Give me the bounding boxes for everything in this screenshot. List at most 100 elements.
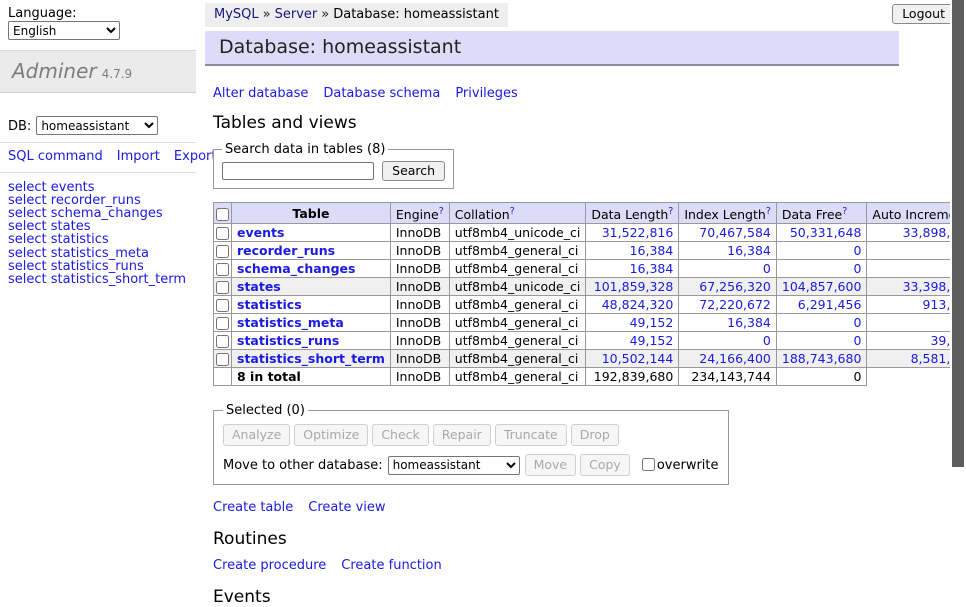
sidebar-action-export[interactable]: Export xyxy=(174,149,217,164)
check-button[interactable]: Check xyxy=(372,424,428,446)
row-checkbox[interactable] xyxy=(216,281,229,294)
table-name-link[interactable]: events xyxy=(237,225,284,240)
truncate-button[interactable]: Truncate xyxy=(495,424,567,446)
help-icon[interactable]: ? xyxy=(510,206,515,217)
optimize-button[interactable]: Optimize xyxy=(294,424,368,446)
cell-data_length[interactable]: 16,384 xyxy=(586,242,679,260)
cell-collation: utf8mb4_unicode_ci xyxy=(449,224,586,242)
link-create-procedure[interactable]: Create procedure xyxy=(213,558,326,573)
cell-data_free[interactable]: 0 xyxy=(776,332,867,350)
cell-index_length[interactable]: 72,220,672 xyxy=(679,296,777,314)
help-icon[interactable]: ? xyxy=(668,206,673,217)
overwrite-checkbox[interactable] xyxy=(642,458,655,471)
select-all-checkbox[interactable] xyxy=(216,208,229,221)
row-checkbox[interactable] xyxy=(216,335,229,348)
move-button[interactable]: Move xyxy=(525,454,577,476)
cell-data_length[interactable]: 48,824,320 xyxy=(586,296,679,314)
cell-engine: InnoDB xyxy=(390,314,449,332)
drop-button[interactable]: Drop xyxy=(571,424,619,446)
logout-button[interactable]: Logout xyxy=(892,4,955,24)
cell-data_length[interactable]: 16,384 xyxy=(586,260,679,278)
cell-data_length[interactable]: 31,522,816 xyxy=(586,224,679,242)
selected-fieldset: Selected (0) AnalyzeOptimizeCheckRepairT… xyxy=(213,403,729,485)
cell-data_length[interactable]: 49,152 xyxy=(586,314,679,332)
link-privileges[interactable]: Privileges xyxy=(455,86,518,101)
move-row: Move to other database:homeassistantMove… xyxy=(223,454,719,476)
cell-data_free[interactable]: 0 xyxy=(776,260,867,278)
help-icon[interactable]: ? xyxy=(842,206,847,217)
cell-data_free[interactable]: 188,743,680 xyxy=(776,350,867,368)
copy-button[interactable]: Copy xyxy=(580,454,630,476)
cell-collation: utf8mb4_general_ci xyxy=(449,260,586,278)
row-checkbox[interactable] xyxy=(216,299,229,312)
cell-data_free[interactable]: 6,291,456 xyxy=(776,296,867,314)
cell-engine: InnoDB xyxy=(390,260,449,278)
row-checkbox[interactable] xyxy=(216,245,229,258)
language-select[interactable]: English xyxy=(8,21,120,40)
cell-index_length[interactable]: 16,384 xyxy=(679,314,777,332)
search-input[interactable] xyxy=(222,162,374,180)
link-create-function[interactable]: Create function xyxy=(341,558,441,573)
cell-data_free[interactable]: 0 xyxy=(776,242,867,260)
col-header-data-length: Data Length? xyxy=(586,203,679,224)
help-icon[interactable]: ? xyxy=(439,206,444,217)
col-header-engine: Engine? xyxy=(390,203,449,224)
link-database-schema[interactable]: Database schema xyxy=(323,86,440,101)
row-check-cell xyxy=(214,260,232,278)
sidebar-link-select-statistics-short-term[interactable]: select statistics_short_term xyxy=(8,273,188,286)
table-name-link[interactable]: statistics xyxy=(237,297,302,312)
row-check-cell xyxy=(214,314,232,332)
link-create-view[interactable]: Create view xyxy=(308,500,385,515)
scrollbar-track[interactable] xyxy=(950,0,966,543)
table-row: statesInnoDButf8mb4_unicode_ci101,859,32… xyxy=(214,278,966,296)
row-checkbox[interactable] xyxy=(216,353,229,366)
cell-index_length[interactable]: 70,467,584 xyxy=(679,224,777,242)
logo-text: Adminer xyxy=(12,59,97,83)
scrollbar-thumb[interactable] xyxy=(952,0,964,467)
col-header-label: Index Length xyxy=(684,207,766,222)
cell-engine: InnoDB xyxy=(390,296,449,314)
search-button[interactable]: Search xyxy=(382,161,445,181)
sidebar-link-select-statistics-meta[interactable]: select statistics_meta xyxy=(8,247,188,260)
cell-index_length[interactable]: 24,166,400 xyxy=(679,350,777,368)
sidebar-link-select-recorder-runs[interactable]: select recorder_runs xyxy=(8,194,188,207)
table-name-link[interactable]: schema_changes xyxy=(237,261,355,276)
cell-index_length[interactable]: 16,384 xyxy=(679,242,777,260)
cell-data_length[interactable]: 101,859,328 xyxy=(586,278,679,296)
cell-index_length[interactable]: 67,256,320 xyxy=(679,278,777,296)
cell-table-name: statistics xyxy=(232,296,391,314)
table-name-link[interactable]: statistics_meta xyxy=(237,315,344,330)
row-checkbox[interactable] xyxy=(216,317,229,330)
table-name-link[interactable]: recorder_runs xyxy=(237,243,335,258)
cell-data_free[interactable]: 50,331,648 xyxy=(776,224,867,242)
cell-data_free[interactable]: 0 xyxy=(776,314,867,332)
sidebar-action-import[interactable]: Import xyxy=(117,149,160,164)
cell-data_length[interactable]: 10,502,144 xyxy=(586,350,679,368)
sidebar-link-select-statistics[interactable]: select statistics xyxy=(8,233,188,246)
cell-index_length[interactable]: 0 xyxy=(679,332,777,350)
cell-collation: utf8mb4_unicode_ci xyxy=(449,278,586,296)
analyze-button[interactable]: Analyze xyxy=(223,424,290,446)
sidebar-link-select-statistics-runs[interactable]: select statistics_runs xyxy=(8,260,188,273)
db-select[interactable]: homeassistant xyxy=(36,116,158,135)
row-checkbox[interactable] xyxy=(216,227,229,240)
row-check-cell xyxy=(214,278,232,296)
help-icon[interactable]: ? xyxy=(766,206,771,217)
table-name-link[interactable]: statistics_short_term xyxy=(237,351,385,366)
total-cell-data_free: 0 xyxy=(776,368,867,386)
move-db-select[interactable]: homeassistant xyxy=(388,456,520,475)
table-name-link[interactable]: statistics_runs xyxy=(237,333,339,348)
breadcrumb-mysql-link[interactable]: MySQL xyxy=(214,7,259,22)
cell-data_length[interactable]: 49,152 xyxy=(586,332,679,350)
row-checkbox[interactable] xyxy=(216,263,229,276)
link-create-table[interactable]: Create table xyxy=(213,500,293,515)
table-name-link[interactable]: states xyxy=(237,279,281,294)
link-alter-database[interactable]: Alter database xyxy=(213,86,308,101)
cell-data_free[interactable]: 104,857,600 xyxy=(776,278,867,296)
sidebar-action-sql-command[interactable]: SQL command xyxy=(8,149,103,164)
sidebar-link-select-events[interactable]: select events xyxy=(8,181,188,194)
repair-button[interactable]: Repair xyxy=(433,424,491,446)
breadcrumb-server-link[interactable]: Server xyxy=(275,7,318,22)
cell-index_length[interactable]: 0 xyxy=(679,260,777,278)
cell-collation: utf8mb4_general_ci xyxy=(449,296,586,314)
